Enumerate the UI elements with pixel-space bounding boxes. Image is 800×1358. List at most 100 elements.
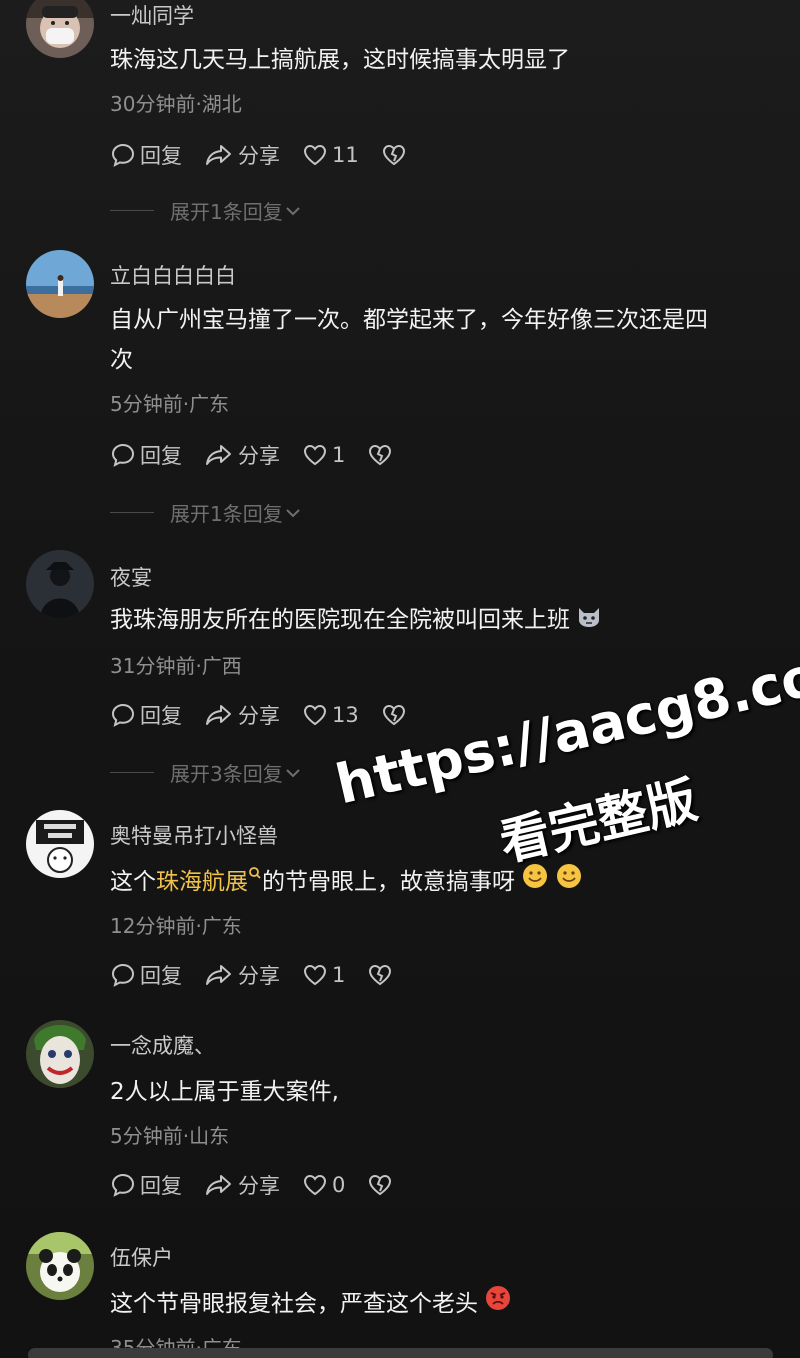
avatar[interactable]	[26, 1020, 94, 1088]
dislike-button[interactable]	[381, 702, 411, 728]
angry-emoji-icon	[484, 1284, 512, 1325]
expand-replies-button[interactable]: 展开1条回复	[110, 498, 303, 527]
like-button[interactable]: 11	[302, 142, 359, 168]
reply-label: 回复	[140, 1174, 182, 1198]
share-label: 分享	[238, 444, 280, 468]
avatar[interactable]	[26, 0, 94, 58]
comment-meta: 5分钟前·广东	[110, 392, 230, 416]
comment-text: 珠海这几天马上搞航展，这时候搞事太明显了	[110, 47, 570, 73]
like-button[interactable]: 1	[302, 442, 345, 468]
comment-text-line: 次	[110, 347, 133, 373]
smile-emoji-icon	[555, 862, 583, 903]
expand-replies-label: 展开1条回复	[170, 502, 283, 526]
avatar[interactable]	[26, 1232, 94, 1300]
expand-replies-label: 展开1条回复	[170, 200, 283, 224]
comment-username[interactable]: 一灿同学	[110, 0, 194, 30]
expand-replies-label: 展开3条回复	[170, 762, 283, 786]
avatar[interactable]	[26, 810, 94, 878]
reply-label: 回复	[140, 144, 182, 168]
avatar[interactable]	[26, 550, 94, 618]
share-label: 分享	[238, 704, 280, 728]
comment-bubble-icon	[111, 1173, 135, 1197]
reply-label: 回复	[140, 704, 182, 728]
comment-username[interactable]: 夜宴	[110, 562, 152, 592]
like-count: 11	[332, 143, 359, 167]
broken-heart-icon	[382, 704, 405, 726]
like-count: 1	[332, 443, 346, 467]
like-button[interactable]: 0	[302, 1172, 345, 1198]
like-button[interactable]: 13	[302, 702, 359, 728]
broken-heart-icon	[382, 144, 405, 166]
topic-link[interactable]: 珠海航展	[156, 869, 248, 895]
share-arrow-icon	[206, 965, 231, 985]
search-icon[interactable]	[248, 866, 262, 886]
share-button[interactable]: 分享	[204, 960, 280, 990]
comment-actions: 回复 分享 11	[110, 140, 433, 170]
expand-replies-button[interactable]: 展开3条回复	[110, 758, 303, 787]
comment-meta: 5分钟前·山东	[110, 1124, 230, 1148]
expand-replies-button[interactable]: 展开1条回复	[110, 196, 303, 225]
broken-heart-icon	[369, 1174, 392, 1196]
share-label: 分享	[238, 1174, 280, 1198]
broken-heart-icon	[369, 444, 392, 466]
heart-icon	[303, 704, 327, 726]
dislike-button[interactable]	[381, 142, 411, 168]
like-count: 0	[332, 1173, 346, 1197]
avatar[interactable]	[26, 250, 94, 318]
dislike-button[interactable]	[367, 962, 397, 988]
share-button[interactable]: 分享	[204, 140, 280, 170]
comment-text: 我珠海朋友所在的医院现在全院被叫回来上班	[110, 600, 770, 641]
comment-text-post: 的节骨眼上，故意搞事呀	[262, 869, 515, 895]
like-count: 13	[332, 703, 359, 727]
divider-line	[110, 772, 154, 773]
cat-emoji-icon	[576, 601, 602, 641]
like-button[interactable]: 1	[302, 962, 345, 988]
comment-text-line: 自从广州宝马撞了一次。都学起来了，今年好像三次还是四	[110, 307, 708, 333]
share-button[interactable]: 分享	[204, 700, 280, 730]
comment-text-body: 这个节骨眼报复社会，严查这个老头	[110, 1291, 478, 1317]
comment-username[interactable]: 立白白白白白	[110, 260, 236, 290]
comment-username[interactable]: 奥特曼吊打小怪兽	[110, 820, 278, 850]
heart-icon	[303, 144, 327, 166]
comment-actions: 回复 分享 1	[110, 440, 419, 470]
share-button[interactable]: 分享	[204, 440, 280, 470]
comment-text-body: 我珠海朋友所在的医院现在全院被叫回来上班	[110, 607, 570, 633]
watermark-caption: 看完整版	[494, 770, 703, 873]
reply-button[interactable]: 回复	[110, 1170, 182, 1200]
bottom-input-bar[interactable]	[28, 1348, 773, 1358]
comment-username[interactable]: 伍保户	[110, 1242, 173, 1272]
share-label: 分享	[238, 144, 280, 168]
comment-text-pre: 这个	[110, 869, 156, 895]
share-label: 分享	[238, 964, 280, 988]
comment-actions: 回复 分享 13	[110, 700, 433, 730]
divider-line	[110, 210, 154, 211]
comment-username[interactable]: 一念成魔、	[110, 1030, 215, 1060]
share-arrow-icon	[206, 1175, 231, 1195]
divider-line	[110, 512, 154, 513]
reply-button[interactable]: 回复	[110, 140, 182, 170]
comment-bubble-icon	[111, 143, 135, 167]
comment-actions: 回复 分享 1	[110, 960, 419, 990]
chevron-down-icon	[286, 206, 300, 215]
reply-button[interactable]: 回复	[110, 700, 182, 730]
comment-text: 这个珠海航展 的节骨眼上，故意搞事呀	[110, 862, 770, 903]
share-button[interactable]: 分享	[204, 1170, 280, 1200]
comment-text: 这个节骨眼报复社会，严查这个老头	[110, 1284, 770, 1325]
comment-meta: 30分钟前·湖北	[110, 92, 242, 116]
heart-icon	[303, 964, 327, 986]
dislike-button[interactable]	[367, 442, 397, 468]
heart-icon	[303, 444, 327, 466]
comment-text: 2人以上属于重大案件,	[110, 1079, 339, 1105]
reply-button[interactable]: 回复	[110, 440, 182, 470]
reply-label: 回复	[140, 444, 182, 468]
comment-bubble-icon	[111, 443, 135, 467]
share-arrow-icon	[206, 705, 231, 725]
comment-meta: 31分钟前·广西	[110, 654, 242, 678]
comment-bubble-icon	[111, 703, 135, 727]
comment-list-page: 一灿同学 珠海这几天马上搞航展，这时候搞事太明显了 30分钟前·湖北 回复 分享…	[0, 0, 800, 1358]
dislike-button[interactable]	[367, 1172, 397, 1198]
smile-emoji-icon	[521, 862, 549, 903]
comment-text: 自从广州宝马撞了一次。都学起来了，今年好像三次还是四 次	[110, 300, 770, 380]
comment-meta: 12分钟前·广东	[110, 914, 242, 938]
reply-button[interactable]: 回复	[110, 960, 182, 990]
